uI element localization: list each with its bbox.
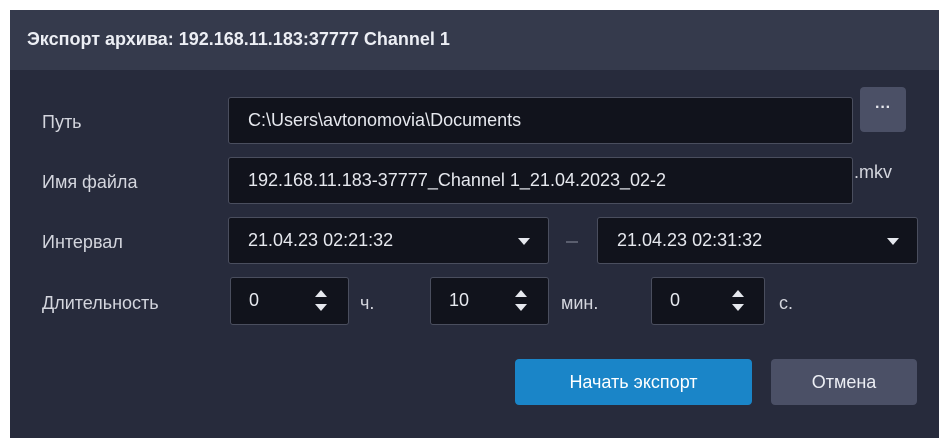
dialog-title: Экспорт архива: 192.168.11.183:37777 Cha… bbox=[27, 29, 450, 49]
interval-end-select[interactable]: 21.04.23 02:31:32 bbox=[597, 217, 918, 264]
path-field[interactable]: C:\Users\avtonomovia\Documents bbox=[228, 97, 853, 144]
file-extension: .mkv bbox=[854, 162, 892, 182]
start-export-button[interactable]: Начать экспорт bbox=[515, 359, 752, 405]
minutes-spinbox[interactable]: 10 bbox=[430, 277, 549, 325]
spin-down-icon[interactable] bbox=[732, 304, 744, 311]
interval-start-value: 21.04.23 02:21:32 bbox=[248, 230, 394, 250]
hours-spinbox[interactable]: 0 bbox=[230, 277, 349, 325]
spin-down-icon[interactable] bbox=[515, 304, 527, 311]
spin-up-icon[interactable] bbox=[515, 290, 527, 297]
spin-up-icon[interactable] bbox=[315, 290, 327, 297]
caret-down-icon bbox=[518, 238, 530, 245]
minutes-unit: мин. bbox=[561, 293, 599, 313]
caret-down-icon bbox=[887, 238, 899, 245]
hours-unit: ч. bbox=[360, 293, 375, 313]
seconds-spinbox[interactable]: 0 bbox=[651, 277, 765, 325]
spin-down-icon[interactable] bbox=[315, 304, 327, 311]
interval-separator bbox=[566, 241, 578, 243]
filename-label: Имя файла bbox=[42, 172, 138, 192]
minutes-value: 10 bbox=[449, 290, 470, 310]
filename-field[interactable]: 192.168.11.183-37777_Channel 1_21.04.202… bbox=[228, 157, 853, 204]
path-label: Путь bbox=[42, 112, 82, 132]
duration-label: Длительность bbox=[42, 293, 159, 313]
interval-start-select[interactable]: 21.04.23 02:21:32 bbox=[228, 217, 549, 264]
dialog-titlebar: Экспорт архива: 192.168.11.183:37777 Cha… bbox=[10, 10, 939, 70]
hours-value: 0 bbox=[249, 290, 260, 310]
spin-up-icon[interactable] bbox=[732, 290, 744, 297]
ellipsis-icon: ··· bbox=[875, 99, 891, 116]
seconds-value: 0 bbox=[670, 290, 681, 310]
seconds-unit: с. bbox=[779, 293, 794, 313]
cancel-button[interactable]: Отмена bbox=[771, 359, 917, 405]
browse-button[interactable]: ··· bbox=[860, 87, 906, 132]
interval-end-value: 21.04.23 02:31:32 bbox=[617, 230, 763, 250]
interval-label: Интервал bbox=[42, 232, 123, 252]
filename-value: 192.168.11.183-37777_Channel 1_21.04.202… bbox=[248, 170, 667, 190]
path-value: C:\Users\avtonomovia\Documents bbox=[248, 110, 522, 130]
